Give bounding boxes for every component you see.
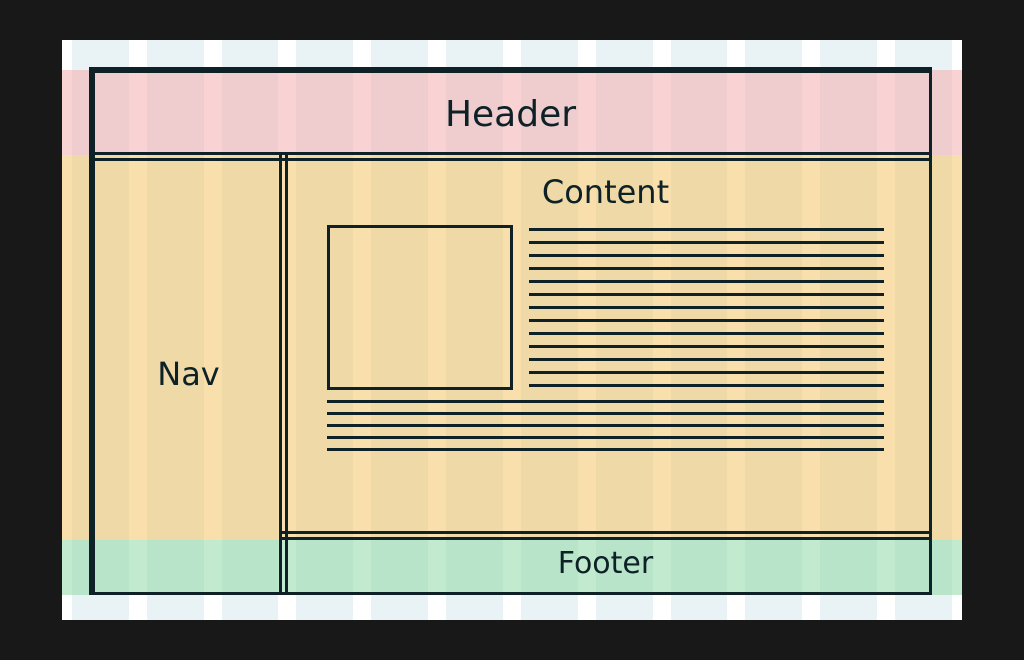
image-placeholder <box>327 225 513 390</box>
text-lines-right <box>529 225 883 390</box>
text-lines-full <box>327 400 883 451</box>
header-region: Header <box>92 70 929 158</box>
layout-diagram: Header Nav Content Footer <box>62 40 962 620</box>
layout-grid: Header Nav Content Footer <box>92 70 932 595</box>
header-label: Header <box>445 94 576 135</box>
footer-region: Footer <box>282 534 929 592</box>
footer-label: Footer <box>558 546 653 581</box>
content-illustration <box>327 225 883 451</box>
nav-region: Nav <box>92 155 285 592</box>
content-label: Content <box>542 173 669 211</box>
content-region: Content <box>282 155 929 537</box>
nav-label: Nav <box>157 355 219 393</box>
